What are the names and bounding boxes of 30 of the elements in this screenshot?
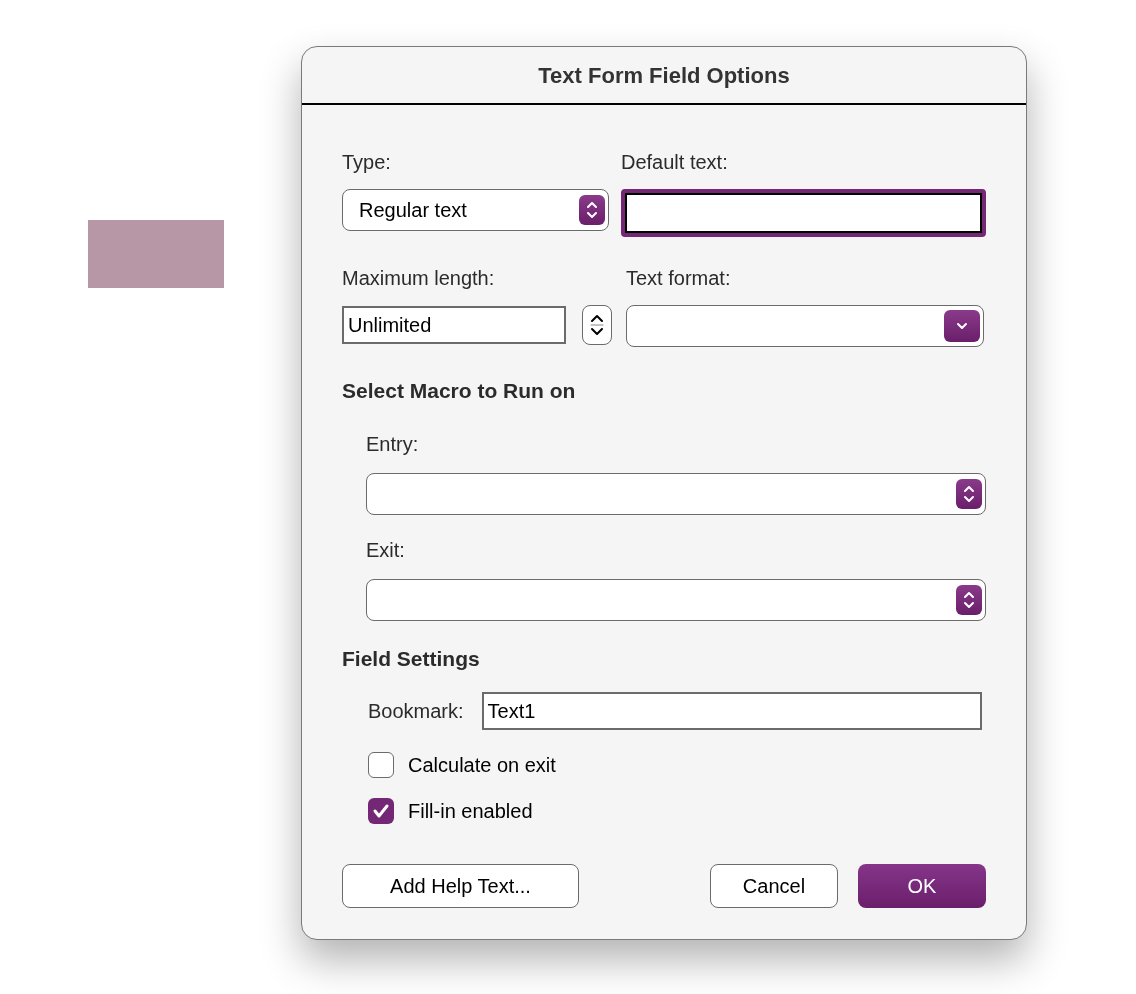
stepper-icon [956, 478, 982, 509]
dialog-button[interactable]: OK [858, 864, 986, 908]
checkbox-label: Fill-in enabled [408, 799, 533, 824]
field-label: Bookmark: [368, 699, 464, 724]
section-heading: Select Macro to Run on [342, 378, 577, 404]
field-label: Entry: [366, 431, 420, 457]
maximum-length-field[interactable]: Unlimited [342, 306, 566, 344]
dialog-title: Text Form Field Options [538, 61, 790, 90]
checkbox[interactable] [368, 798, 394, 824]
chevron-down-icon [944, 310, 980, 342]
stepper-icon[interactable] [582, 305, 612, 345]
exit-select[interactable] [366, 578, 986, 621]
field-label: Exit: [366, 537, 406, 563]
stepper-icon [579, 195, 605, 225]
entry-select[interactable] [366, 472, 986, 515]
field-label: Default text: [621, 150, 729, 175]
section-heading: Field Settings [342, 645, 481, 672]
checkbox-label: Calculate on exit [408, 753, 556, 778]
checkbox[interactable] [368, 752, 394, 778]
add-help-text-button[interactable]: Add Help Text... [342, 864, 579, 908]
stepper-icon [956, 584, 982, 615]
text-format-select[interactable] [626, 305, 984, 347]
field-label: Maximum length: [342, 266, 496, 291]
dialog-button[interactable]: Cancel [710, 864, 838, 908]
type-select[interactable]: Regular text [342, 189, 609, 231]
checkmark-icon [372, 803, 390, 819]
bookmark-field[interactable]: Text1 [481, 692, 982, 730]
field-label: Type: [342, 150, 392, 175]
default-text-field[interactable] [621, 189, 986, 237]
field-label: Text format: [626, 266, 732, 291]
